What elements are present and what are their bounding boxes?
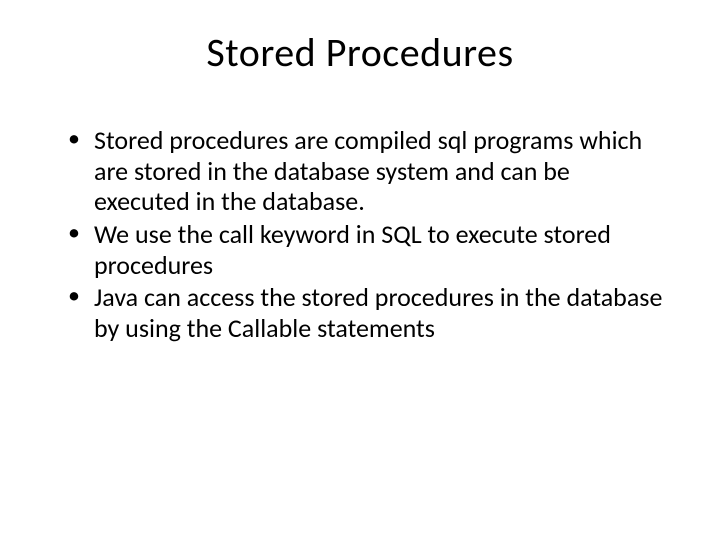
list-item: Stored procedures are compiled sql progr…	[68, 125, 670, 217]
list-item: Java can access the stored procedures in…	[68, 282, 670, 343]
slide-container: Stored Procedures Stored procedures are …	[0, 0, 720, 540]
slide-title: Stored Procedures	[50, 28, 670, 77]
list-item: We use the call keyword in SQL to execut…	[68, 219, 670, 280]
bullet-list: Stored procedures are compiled sql progr…	[50, 125, 670, 344]
